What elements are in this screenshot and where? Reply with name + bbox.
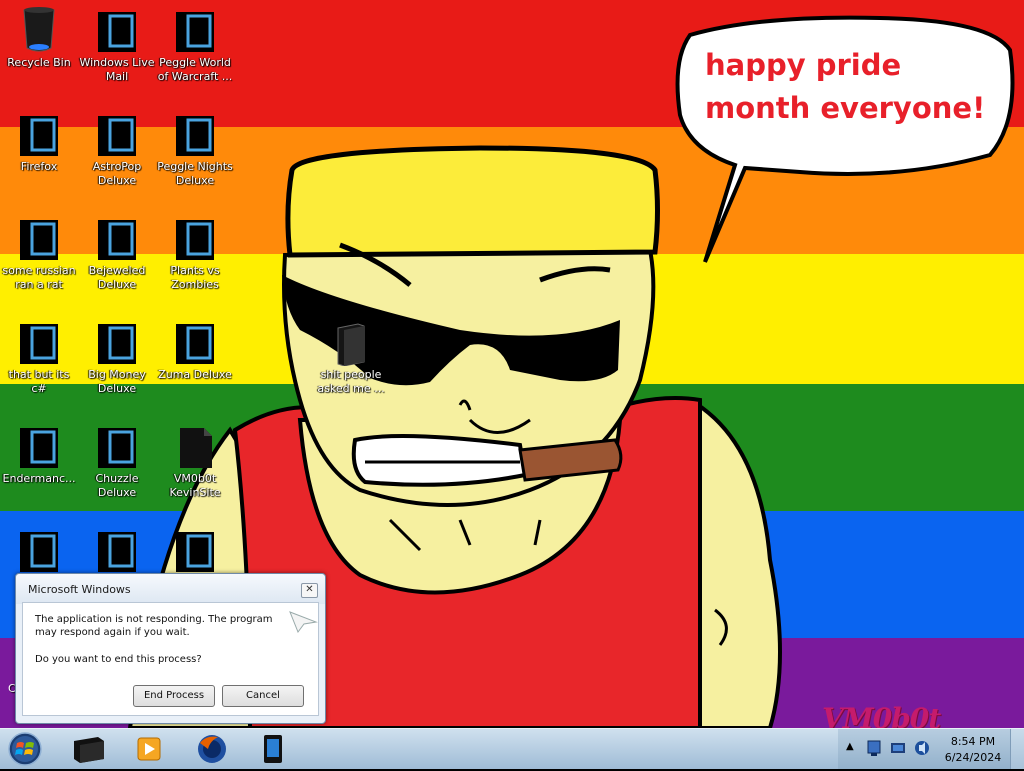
clock-time[interactable]: 8:54 PM xyxy=(942,735,1004,748)
clock-date[interactable]: 6/24/2024 xyxy=(942,751,1004,764)
desktop-icon-plants-vs-zombies[interactable]: Plants vs Zombies xyxy=(156,208,234,292)
desktop-icon-russian-rat[interactable]: some russian ran a rat xyxy=(0,208,78,292)
not-responding-dialog: Microsoft Windows ✕ The application is n… xyxy=(15,573,326,724)
desktop-icon-label: Zuma Deluxe xyxy=(158,368,232,381)
dialog-body: The application is not responding. The p… xyxy=(22,602,319,716)
desktop-icon-chuzzle[interactable]: Chuzzle Deluxe xyxy=(78,416,156,500)
app-shortcut-icon xyxy=(20,220,58,260)
desktop-icon-label: Firefox xyxy=(20,160,58,173)
taskbar-item-media-player[interactable] xyxy=(118,731,180,767)
firefox-icon xyxy=(198,735,226,763)
figure-right-arm xyxy=(688,396,782,728)
desktop-icon-that-but-csharp[interactable]: that but its c# xyxy=(0,312,78,396)
cursor-icon xyxy=(289,611,318,634)
app-shortcut-icon xyxy=(176,12,214,52)
app-shortcut-icon xyxy=(98,220,136,260)
media-player-icon xyxy=(137,737,161,761)
app-shortcut-icon xyxy=(176,220,214,260)
dialog-titlebar[interactable]: Microsoft Windows ✕ xyxy=(16,574,325,604)
artist-watermark: VM0b0t xyxy=(822,702,941,728)
figure-teeth xyxy=(351,434,528,487)
desktop-icon-big-money[interactable]: Big Money Deluxe xyxy=(78,312,156,396)
desktop-icon-partial-mid[interactable] xyxy=(78,520,156,576)
tablet-icon xyxy=(264,735,282,763)
taskbar-item-tablet[interactable] xyxy=(242,731,304,767)
speech-bubble-text: happy pride month everyone! xyxy=(705,48,986,125)
desktop-icon-peggle-nights[interactable]: Peggle Nights Deluxe xyxy=(156,104,234,188)
desktop-icon-label: Peggle World of Warcraft ... xyxy=(157,56,233,83)
desktop-icon-label: Windows Live Mail xyxy=(79,56,155,83)
app-shortcut-icon xyxy=(98,116,136,156)
dialog-title: Microsoft Windows xyxy=(28,583,131,596)
start-button[interactable] xyxy=(6,731,44,767)
desktop-icon-label: VM0b0t KevinSite xyxy=(169,472,221,499)
app-shortcut-icon xyxy=(20,324,58,364)
recycle-bin-icon xyxy=(23,7,55,52)
windows-orb-icon xyxy=(8,732,42,766)
desktop-icon-label: Bejeweled Deluxe xyxy=(88,264,146,291)
desktop-icon-astropop[interactable]: AstroPop Deluxe xyxy=(78,104,156,188)
app-shortcut-icon xyxy=(98,532,136,572)
taskbar-item-black-app[interactable] xyxy=(58,731,120,767)
desktop-icon-kevinsite[interactable]: VM0b0t KevinSite xyxy=(156,416,234,500)
desktop-icon-endermanc[interactable]: Endermanc... xyxy=(0,416,78,486)
taskbar: ▲ 8:54 PM 6/24/2024 xyxy=(0,728,1024,769)
desktop: happy pride month everyone! VM0b0t Recyc… xyxy=(0,0,1024,728)
app-shortcut-icon xyxy=(176,116,214,156)
desktop-icon-label: Endermanc... xyxy=(2,472,76,485)
network-icon[interactable] xyxy=(866,739,882,757)
dialog-question: Do you want to end this process? xyxy=(35,654,202,665)
desktop-icon-label: that but its c# xyxy=(8,368,70,395)
end-process-button[interactable]: End Process xyxy=(133,685,215,707)
desktop-icon-label: AstroPop Deluxe xyxy=(92,160,142,187)
figure-hair xyxy=(285,145,660,258)
app-shortcut-icon xyxy=(176,324,214,364)
black-app-icon xyxy=(74,737,104,763)
desktop-icon-label: some russian ran a rat xyxy=(2,264,76,291)
desktop-icon-label: Plants vs Zombies xyxy=(170,264,220,291)
desktop-icon-label: Chuzzle Deluxe xyxy=(95,472,139,499)
desktop-icon-firefox[interactable]: Firefox xyxy=(0,104,78,174)
show-hidden-icons-arrow[interactable]: ▲ xyxy=(846,741,854,752)
close-icon: ✕ xyxy=(305,584,314,595)
desktop-icon-label: Peggle Nights Deluxe xyxy=(157,160,233,187)
app-shortcut-icon xyxy=(176,532,214,572)
folder-icon xyxy=(337,323,365,366)
action-center-icon[interactable] xyxy=(890,741,906,755)
desktop-icon-zuma[interactable]: Zuma Deluxe xyxy=(156,312,234,382)
desktop-icon-partial-right[interactable] xyxy=(156,520,234,576)
taskbar-item-firefox[interactable] xyxy=(180,731,242,767)
desktop-icon-bejeweled[interactable]: Bejeweled Deluxe xyxy=(78,208,156,292)
desktop-icon-recycle-bin[interactable]: Recycle Bin xyxy=(0,0,78,70)
close-button[interactable]: ✕ xyxy=(301,583,318,598)
app-shortcut-icon xyxy=(98,428,136,468)
app-shortcut-icon xyxy=(98,12,136,52)
desktop-icon-label: shit people asked me ... xyxy=(317,368,385,395)
file-icon xyxy=(180,428,212,468)
cancel-button[interactable]: Cancel xyxy=(222,685,304,707)
show-desktop-button[interactable] xyxy=(1010,729,1024,769)
desktop-icon-shit-people-asked[interactable]: shit people asked me ... xyxy=(312,312,390,396)
volume-icon[interactable] xyxy=(914,739,930,757)
desktop-icon-windows-live-mail[interactable]: Windows Live Mail xyxy=(78,0,156,84)
app-shortcut-icon xyxy=(20,428,58,468)
app-shortcut-icon xyxy=(20,532,58,572)
desktop-icon-label: Big Money Deluxe xyxy=(88,368,146,395)
app-shortcut-icon xyxy=(20,116,58,156)
app-shortcut-icon xyxy=(98,324,136,364)
dialog-message: The application is not responding. The p… xyxy=(35,614,273,638)
desktop-icon-label: Recycle Bin xyxy=(7,56,71,69)
desktop-icon-peggle-wow[interactable]: Peggle World of Warcraft ... xyxy=(156,0,234,84)
